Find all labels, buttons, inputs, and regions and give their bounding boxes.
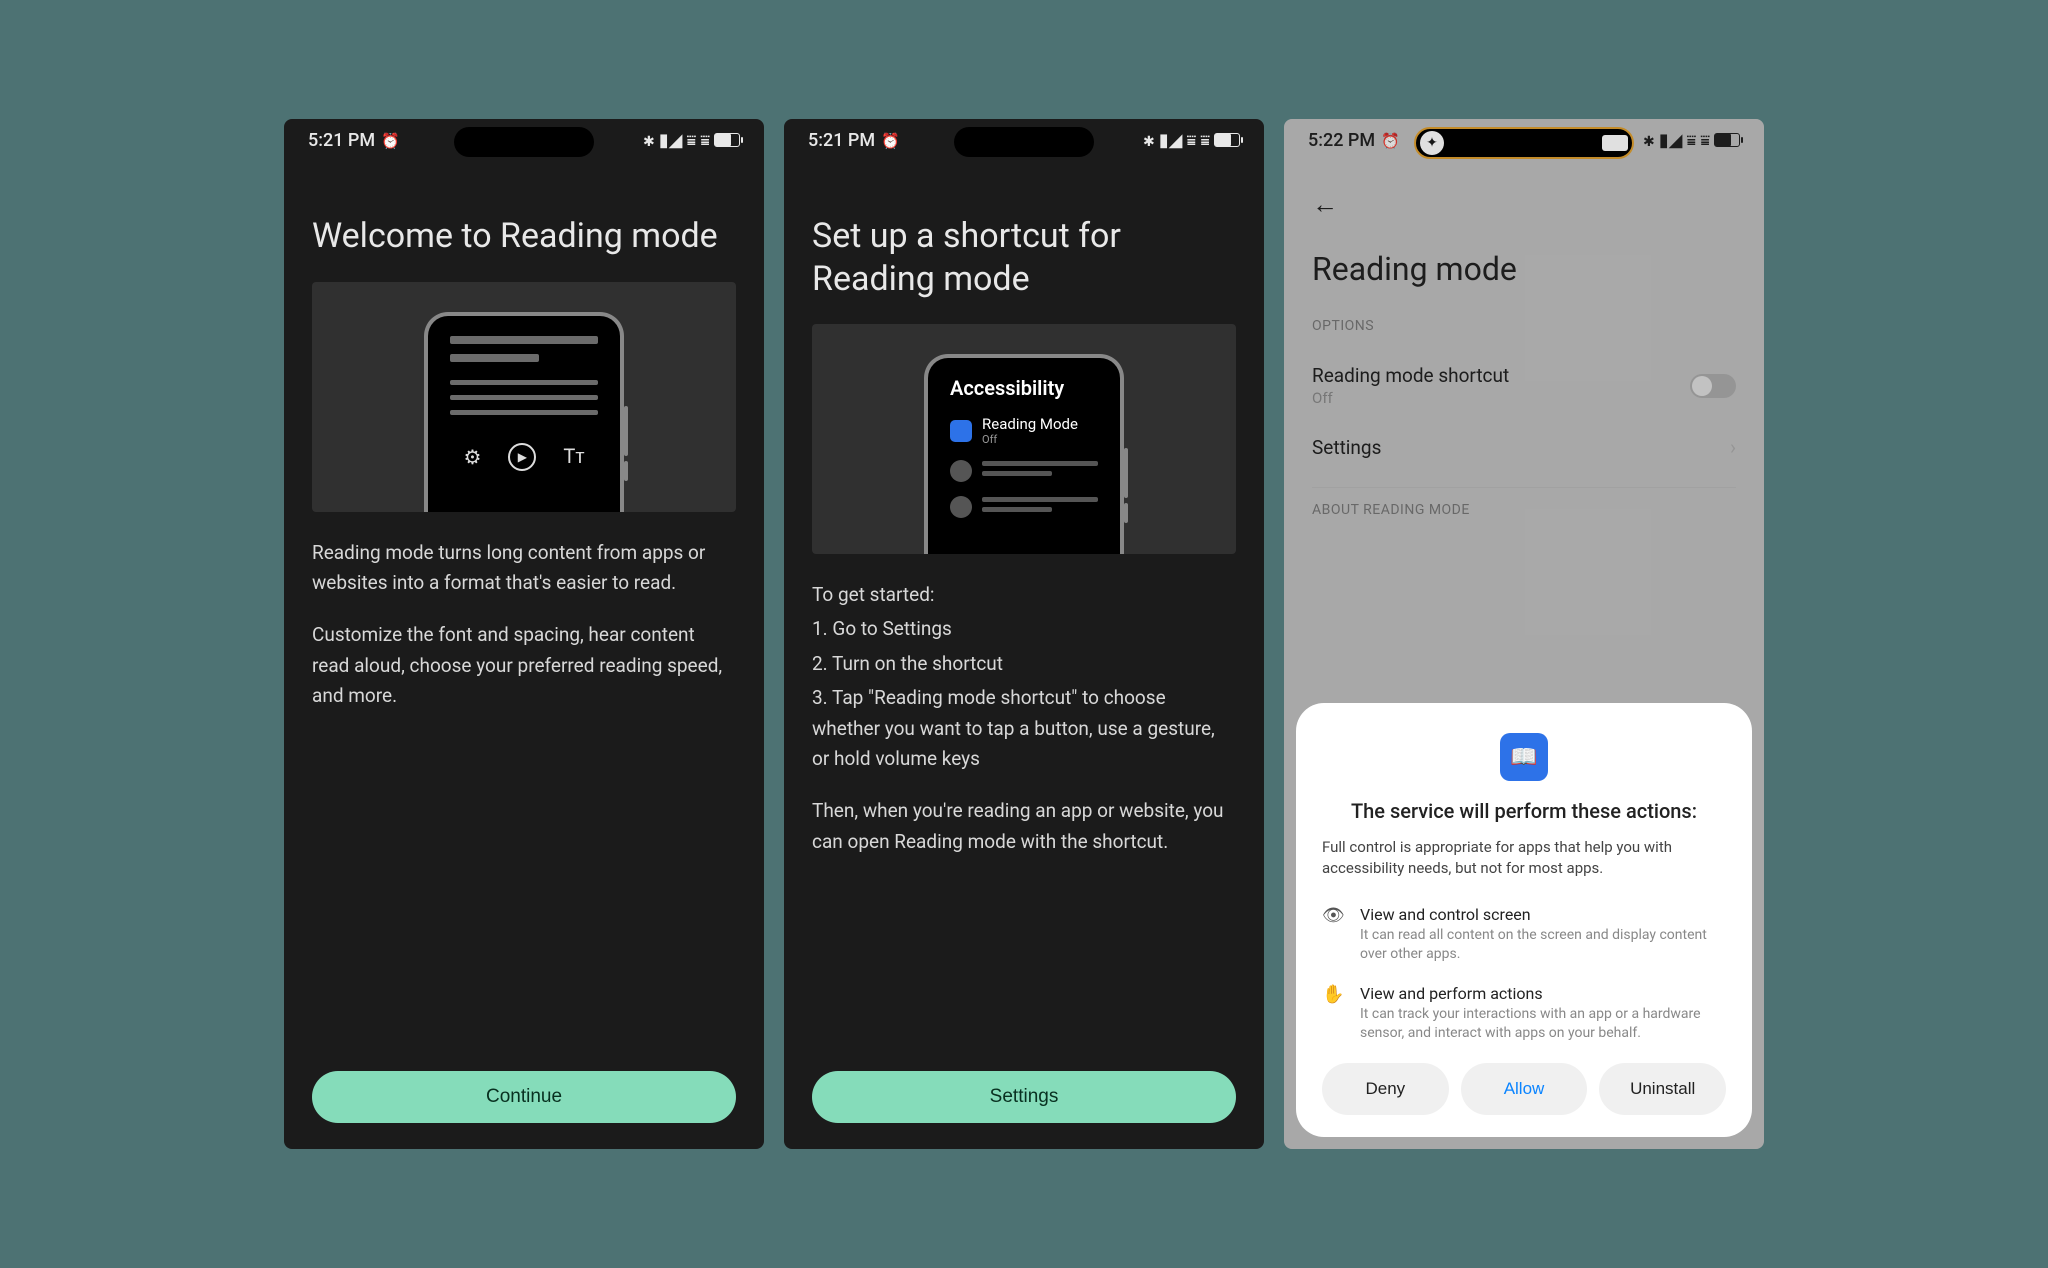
screen-settings: ✦ 5:22 PM ▮◢ ← Reading mode OPTIONS Read…	[1284, 119, 1764, 1149]
permission-perform-actions: ✋ View and perform actions It can track …	[1322, 984, 1726, 1043]
mock-accessibility-title: Accessibility	[950, 376, 1098, 400]
perm1-desc: It can read all content on the screen an…	[1360, 926, 1726, 964]
mock-item-label: Reading Mode	[982, 416, 1078, 433]
perm2-desc: It can track your interactions with an a…	[1360, 1005, 1726, 1043]
battery-icon	[714, 133, 740, 147]
gear-icon: ⚙	[463, 445, 481, 469]
settings-button[interactable]: Settings	[812, 1071, 1236, 1123]
illustration: ⚙ ▶ Tᴛ	[312, 282, 736, 512]
hand-icon: ✋	[1322, 984, 1346, 1043]
reading-mode-app-icon: 📖	[1500, 733, 1548, 781]
mock-item-sub: Off	[982, 433, 1078, 446]
reading-mode-app-icon	[950, 420, 972, 442]
dialog-scrim: 📖 The service will perform these actions…	[1284, 119, 1764, 1149]
uninstall-button[interactable]: Uninstall	[1599, 1063, 1726, 1115]
notch	[954, 127, 1094, 157]
wifi-icon-2	[1200, 130, 1210, 151]
illustration: Accessibility Reading Mode Off	[812, 324, 1236, 554]
screen-shortcut-setup: 5:21 PM ▮◢ Set up a shortcut for Reading…	[784, 119, 1264, 1149]
bluetooth-icon	[643, 130, 655, 151]
deny-button[interactable]: Deny	[1322, 1063, 1449, 1115]
signal-icon: ▮◢	[1159, 130, 1183, 151]
alarm-icon	[381, 130, 400, 151]
dialog-desc: Full control is appropriate for apps tha…	[1322, 837, 1726, 879]
signal-icon: ▮◢	[659, 130, 683, 151]
bluetooth-icon	[1143, 130, 1155, 151]
notch	[454, 127, 594, 157]
wifi-icon	[1187, 130, 1197, 151]
alarm-icon	[881, 130, 900, 151]
page-title: Welcome to Reading mode	[312, 215, 736, 258]
dialog-title: The service will perform these actions:	[1322, 799, 1726, 823]
body-text: To get started: 1. Go to Settings 2. Tur…	[812, 580, 1236, 857]
permission-view-screen: 👁 View and control screen It can read al…	[1322, 905, 1726, 964]
status-time: 5:21 PM	[308, 130, 375, 151]
permission-dialog: 📖 The service will perform these actions…	[1296, 703, 1752, 1137]
body-text: Reading mode turns long content from app…	[312, 538, 736, 712]
perm1-title: View and control screen	[1360, 905, 1726, 924]
page-title: Set up a shortcut for Reading mode	[812, 215, 1236, 300]
play-icon: ▶	[508, 443, 536, 471]
battery-icon	[1214, 133, 1240, 147]
wifi-icon-2	[700, 130, 710, 151]
text-size-icon: Tᴛ	[563, 444, 584, 469]
continue-button[interactable]: Continue	[312, 1071, 736, 1123]
allow-button[interactable]: Allow	[1461, 1063, 1588, 1115]
screen-welcome: 5:21 PM ▮◢ Welcome to Reading mode ⚙	[284, 119, 764, 1149]
perm2-title: View and perform actions	[1360, 984, 1726, 1003]
wifi-icon	[687, 130, 697, 151]
eye-icon: 👁	[1322, 905, 1346, 964]
status-time: 5:21 PM	[808, 130, 875, 151]
